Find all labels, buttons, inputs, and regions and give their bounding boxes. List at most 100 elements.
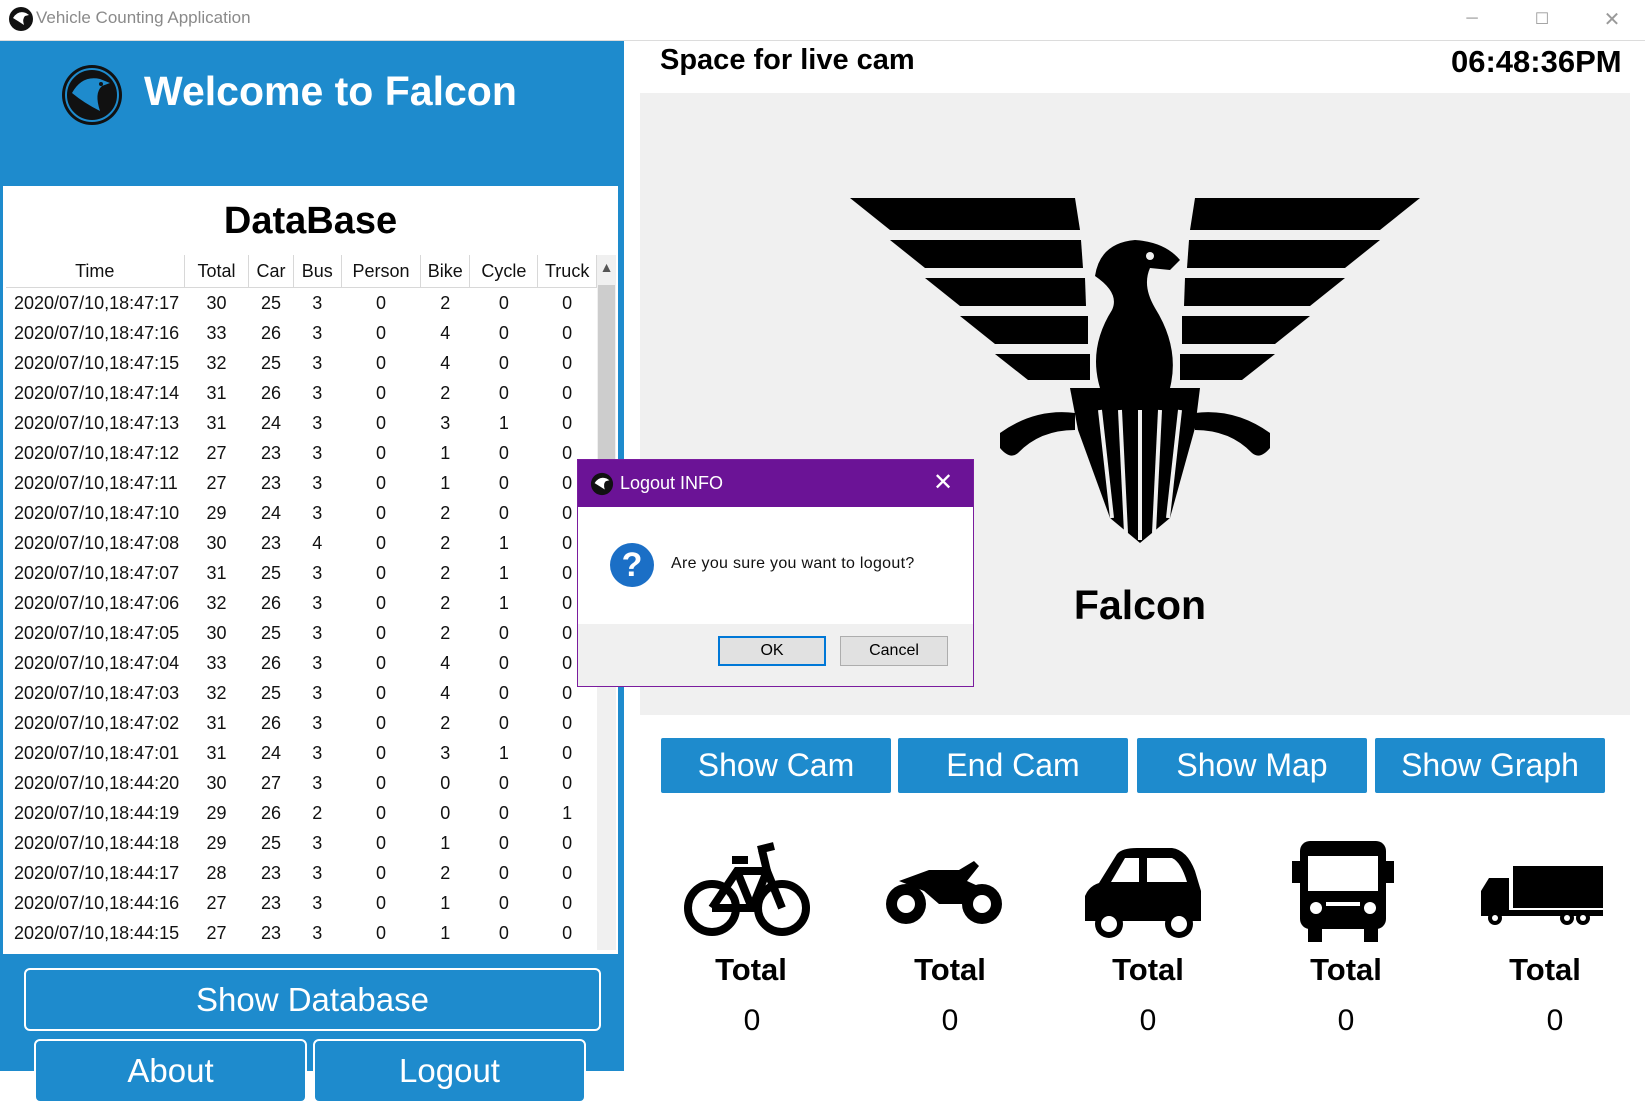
- column-header[interactable]: Total: [184, 255, 250, 288]
- bicycle-icon: [684, 842, 810, 936]
- table-row[interactable]: 2020/07/10,18:47:13 31 24 3 0 3 1 0: [6, 408, 597, 438]
- question-icon: ?: [610, 543, 654, 587]
- table-cell: 0: [498, 922, 509, 943]
- table-cell: 2020/07/10,18:47:10: [14, 502, 180, 523]
- show-database-button[interactable]: Show Database: [24, 968, 601, 1031]
- table-cell: 30: [206, 622, 227, 643]
- table-cell: 1: [440, 442, 451, 463]
- table-cell: 0: [498, 772, 509, 793]
- table-cell: 2020/07/10,18:44:15: [14, 922, 180, 943]
- table-cell: 3: [440, 742, 451, 763]
- table-cell: 0: [498, 322, 509, 343]
- table-cell: 2020/07/10,18:47:17: [14, 292, 180, 313]
- table-row[interactable]: 2020/07/10,18:47:15 32 25 3 0 4 0 0: [6, 348, 597, 378]
- table-cell: 0: [375, 862, 386, 883]
- table-row[interactable]: 2020/07/10,18:44:18 29 25 3 0 1 0 0: [6, 828, 597, 858]
- table-cell: 0: [375, 622, 386, 643]
- table-cell: 0: [498, 292, 509, 313]
- table-row[interactable]: 2020/07/10,18:44:16 27 23 3 0 1 0 0: [6, 888, 597, 918]
- truck-total-label: Total: [1509, 952, 1581, 987]
- scrollbar-thumb[interactable]: [598, 285, 615, 481]
- close-window-button[interactable]: ✕: [1582, 0, 1642, 38]
- column-header[interactable]: Truck: [537, 255, 597, 288]
- column-header[interactable]: Car: [248, 255, 294, 288]
- table-cell: 27: [206, 442, 227, 463]
- table-row[interactable]: 2020/07/10,18:47:17 30 25 3 0 2 0 0: [6, 288, 597, 319]
- end-cam-button[interactable]: End Cam: [898, 738, 1128, 793]
- table-cell: 25: [260, 292, 281, 313]
- table-cell: 0: [562, 892, 573, 913]
- dialog-message: Are you sure you want to logout?: [671, 555, 915, 572]
- table-cell: 0: [498, 652, 509, 673]
- table-cell: 30: [206, 532, 227, 553]
- database-panel: DataBase Time Total Car Bus Person Bike Cycle T…: [3, 186, 618, 954]
- table-cell: 27: [206, 892, 227, 913]
- table-row[interactable]: 2020/07/10,18:47:16 33 26 3 0 4 0 0: [6, 318, 597, 348]
- table-cell: 0: [498, 352, 509, 373]
- table-row[interactable]: 2020/07/10,18:47:10 29 24 3 0 2 0 0: [6, 498, 597, 528]
- column-header[interactable]: Bike: [420, 255, 471, 288]
- table-row[interactable]: 2020/07/10,18:44:19 29 26 2 0 0 0 1: [6, 798, 597, 828]
- show-map-button[interactable]: Show Map: [1137, 738, 1367, 793]
- column-header[interactable]: Cycle: [469, 255, 539, 288]
- live-cam-label: Space for live cam: [660, 44, 915, 76]
- table-row[interactable]: 2020/07/10,18:47:06 32 26 3 0 2 1 0: [6, 588, 597, 618]
- table-cell: 27: [206, 472, 227, 493]
- table-row[interactable]: 2020/07/10,18:47:01 31 24 3 0 3 1 0: [6, 738, 597, 768]
- table-cell: 0: [375, 892, 386, 913]
- motorbike-total-label: Total: [914, 952, 986, 987]
- table-cell: 23: [260, 442, 281, 463]
- table-cell: 3: [312, 472, 323, 493]
- table-cell: 3: [312, 502, 323, 523]
- maximize-button[interactable]: ☐: [1512, 0, 1572, 38]
- dialog-close-button[interactable]: ✕: [928, 469, 958, 497]
- table-cell: 1: [498, 592, 509, 613]
- truck-icon: [1481, 866, 1603, 925]
- table-cell: 0: [498, 802, 509, 823]
- table-cell: 26: [260, 802, 281, 823]
- table-cell: 0: [375, 802, 386, 823]
- column-header[interactable]: Person: [341, 255, 422, 288]
- table-row[interactable]: 2020/07/10,18:47:08 30 23 4 0 2 1 0: [6, 528, 597, 558]
- show-graph-button[interactable]: Show Graph: [1375, 738, 1605, 793]
- table-row[interactable]: 2020/07/10,18:47:03 32 25 3 0 4 0 0: [6, 678, 597, 708]
- table-row[interactable]: 2020/07/10,18:47:05 30 25 3 0 2 0 0: [6, 618, 597, 648]
- table-row[interactable]: 2020/07/10,18:47:11 27 23 3 0 1 0 0: [6, 468, 597, 498]
- about-button[interactable]: About: [34, 1039, 307, 1103]
- column-header[interactable]: Bus: [293, 255, 342, 288]
- table-row[interactable]: 2020/07/10,18:47:04 33 26 3 0 4 0 0: [6, 648, 597, 678]
- table-header-row: Time Total Car Bus Person Bike Cycle Truck: [6, 255, 597, 288]
- window-titlebar: Vehicle Counting Application ─ ☐ ✕: [0, 0, 1645, 41]
- table-cell: 0: [562, 742, 573, 763]
- table-row[interactable]: 2020/07/10,18:47:02 31 26 3 0 2 0 0: [6, 708, 597, 738]
- table-cell: 0: [498, 682, 509, 703]
- minimize-button[interactable]: ─: [1442, 0, 1502, 38]
- bus-icon: [1292, 841, 1394, 942]
- table-cell: 29: [206, 832, 227, 853]
- table-cell: 3: [312, 922, 323, 943]
- car-total-value: 0: [1139, 1004, 1157, 1037]
- table-cell: 24: [260, 742, 281, 763]
- bicycle-total-value: 0: [743, 1004, 761, 1037]
- column-header[interactable]: Time: [6, 255, 185, 288]
- falcon-brand-label: Falcon: [1073, 582, 1207, 628]
- motorbike-icon: [886, 861, 1002, 924]
- table-row[interactable]: 2020/07/10,18:44:15 27 23 3 0 1 0 0: [6, 918, 597, 948]
- table-cell: 3: [312, 712, 323, 733]
- database-table-wrapper: Time Total Car Bus Person Bike Cycle Truck 2020…: [6, 255, 597, 950]
- truck-total-value: 0: [1546, 1004, 1564, 1037]
- table-row[interactable]: 2020/07/10,18:47:07 31 25 3 0 2 1 0: [6, 558, 597, 588]
- table-row[interactable]: 2020/07/10,18:47:12 27 23 3 0 1 0 0: [6, 438, 597, 468]
- show-cam-button[interactable]: Show Cam: [661, 738, 891, 793]
- scroll-up-arrow-icon[interactable]: ▲: [597, 259, 616, 275]
- table-row[interactable]: 2020/07/10,18:44:17 28 23 3 0 2 0 0: [6, 858, 597, 888]
- table-row[interactable]: 2020/07/10,18:44:20 30 27 3 0 0 0 0: [6, 768, 597, 798]
- table-cell: 0: [498, 712, 509, 733]
- table-row[interactable]: 2020/07/10,18:47:14 31 26 3 0 2 0 0: [6, 378, 597, 408]
- ok-button[interactable]: OK: [718, 636, 826, 666]
- table-cell: 33: [206, 652, 227, 673]
- table-cell: 2020/07/10,18:47:11: [14, 472, 178, 493]
- cancel-button[interactable]: Cancel: [840, 636, 948, 666]
- logout-button[interactable]: Logout: [313, 1039, 586, 1103]
- table-cell: 0: [562, 712, 573, 733]
